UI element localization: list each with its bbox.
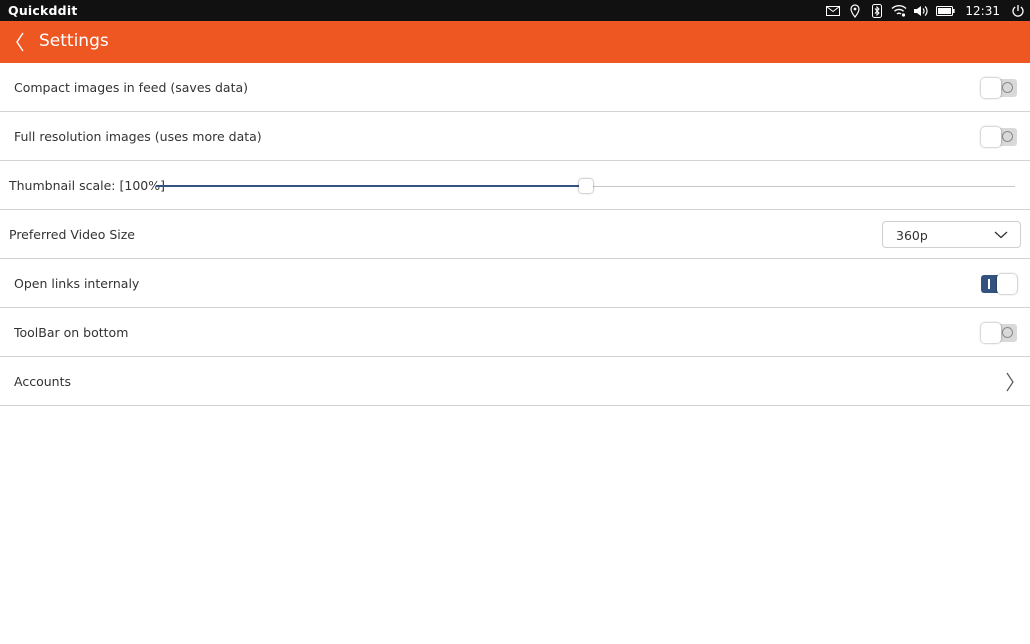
setting-toolbar-bottom: ToolBar on bottom (0, 308, 1030, 357)
app-name: Quickddit (8, 3, 78, 18)
setting-label: Compact images in feed (saves data) (14, 80, 249, 95)
battery-icon[interactable] (935, 4, 955, 18)
back-button[interactable] (12, 31, 28, 53)
mail-icon[interactable] (825, 4, 841, 18)
bluetooth-icon[interactable] (869, 3, 885, 18)
switch-knob (981, 323, 1001, 343)
setting-preferred-video-size: Preferred Video Size 360p (0, 210, 1030, 259)
page-title: Settings (39, 31, 109, 51)
dropdown-value: 360p (896, 228, 928, 243)
setting-label: Accounts (14, 374, 71, 389)
slider-fill (156, 185, 586, 187)
video-size-dropdown[interactable]: 360p (882, 221, 1021, 248)
switch-state-icon (1002, 131, 1013, 142)
thumbnail-scale-slider[interactable] (156, 179, 1015, 193)
full-resolution-switch[interactable] (981, 127, 1017, 147)
page-header: Settings (0, 21, 1030, 63)
setting-label: Full resolution images (uses more data) (14, 129, 262, 144)
switch-knob (981, 127, 1001, 147)
volume-icon[interactable] (913, 4, 929, 18)
compact-images-switch[interactable] (981, 78, 1017, 98)
setting-label: ToolBar on bottom (14, 325, 129, 340)
chevron-left-icon (16, 32, 24, 52)
setting-thumbnail-scale: Thumbnail scale: [100%] (0, 161, 1030, 210)
wifi-icon[interactable] (891, 4, 907, 18)
toolbar-bottom-switch[interactable] (981, 323, 1017, 343)
status-indicators: 12:31 (819, 0, 1030, 21)
location-icon[interactable] (847, 3, 863, 18)
chevron-right-icon (1006, 372, 1014, 392)
switch-state-icon (1002, 327, 1013, 338)
setting-accounts[interactable]: Accounts (0, 357, 1030, 406)
setting-label: Open links internaly (14, 276, 140, 291)
status-bar: Quickddit 12:31 (0, 0, 1030, 21)
setting-open-links: Open links internaly (0, 259, 1030, 308)
settings-list: Compact images in feed (saves data) Full… (0, 63, 1030, 406)
power-icon[interactable] (1010, 4, 1026, 18)
setting-label: Thumbnail scale: [100%] (9, 178, 165, 193)
switch-state-icon (1002, 82, 1013, 93)
setting-full-resolution: Full resolution images (uses more data) (0, 112, 1030, 161)
switch-knob (997, 274, 1017, 294)
switch-state-icon (988, 279, 990, 289)
setting-label: Preferred Video Size (9, 227, 136, 242)
setting-compact-images: Compact images in feed (saves data) (0, 63, 1030, 112)
chevron-down-icon (994, 231, 1008, 239)
slider-thumb[interactable] (578, 179, 593, 193)
clock[interactable]: 12:31 (965, 4, 1000, 18)
open-links-switch[interactable] (981, 274, 1017, 294)
switch-knob (981, 78, 1001, 98)
